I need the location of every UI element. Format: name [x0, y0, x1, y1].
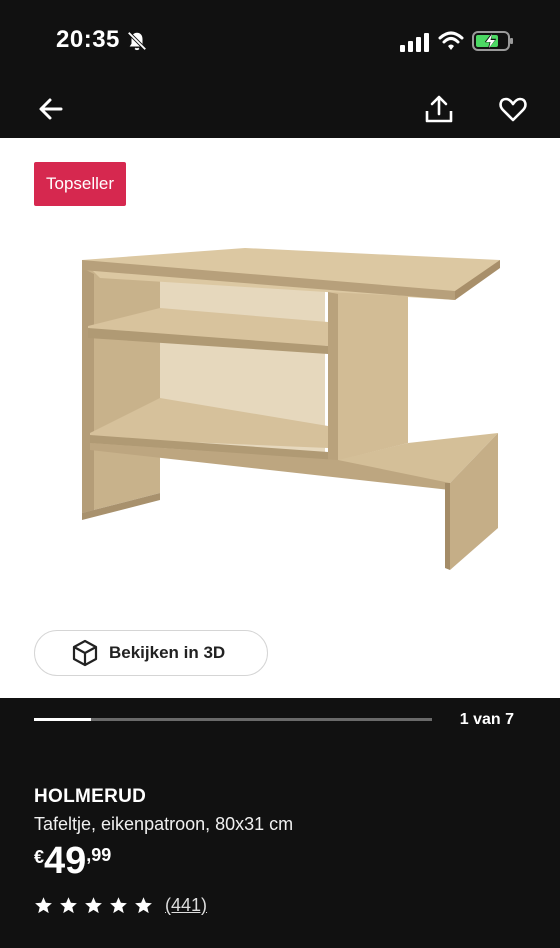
view-3d-button[interactable]: Bekijken in 3D	[34, 630, 268, 676]
gallery-progress-fill	[34, 718, 91, 721]
heart-icon	[499, 97, 527, 122]
gallery-progress: 1 van 7	[0, 698, 560, 742]
star-icon	[35, 897, 52, 914]
product-info: HOLMERUD Tafeltje, eikenpatroon, 80x31 c…	[34, 786, 534, 916]
gallery-page-indicator: 1 van 7	[459, 711, 514, 728]
battery-charging-icon	[472, 31, 513, 51]
product-gallery[interactable]: Topseller Bekijken in 3D	[0, 138, 560, 698]
price-currency: €	[34, 847, 45, 867]
price-whole: 49	[44, 840, 87, 882]
product-image	[82, 248, 500, 570]
product-price: € 49 ,99	[34, 841, 534, 885]
topseller-badge: Topseller	[34, 162, 127, 206]
arrow-left-icon	[39, 98, 63, 120]
share-icon	[425, 95, 453, 123]
share-button[interactable]	[420, 90, 458, 128]
review-count-link[interactable]: (441)	[165, 895, 207, 916]
product-name: HOLMERUD	[34, 786, 147, 807]
cube-3d-icon	[72, 639, 98, 667]
star-icon	[110, 897, 127, 914]
back-button[interactable]	[32, 90, 70, 128]
star-icon	[85, 897, 102, 914]
favorite-button[interactable]	[494, 90, 532, 128]
product-rating[interactable]: (441)	[34, 895, 534, 916]
mute-icon	[127, 31, 147, 51]
nav-bar	[0, 80, 560, 138]
wifi-icon	[438, 31, 464, 50]
signal-icon	[400, 33, 429, 52]
star-icon	[135, 897, 152, 914]
product-description: Tafeltje, eikenpatroon, 80x31 cm	[34, 814, 294, 834]
status-bar: 20:35	[0, 0, 560, 80]
price-cents: ,99	[86, 845, 112, 865]
status-time: 20:35	[56, 26, 120, 53]
view-3d-label: Bekijken in 3D	[109, 643, 226, 662]
star-icon	[60, 897, 77, 914]
gallery-progress-track	[34, 718, 432, 721]
